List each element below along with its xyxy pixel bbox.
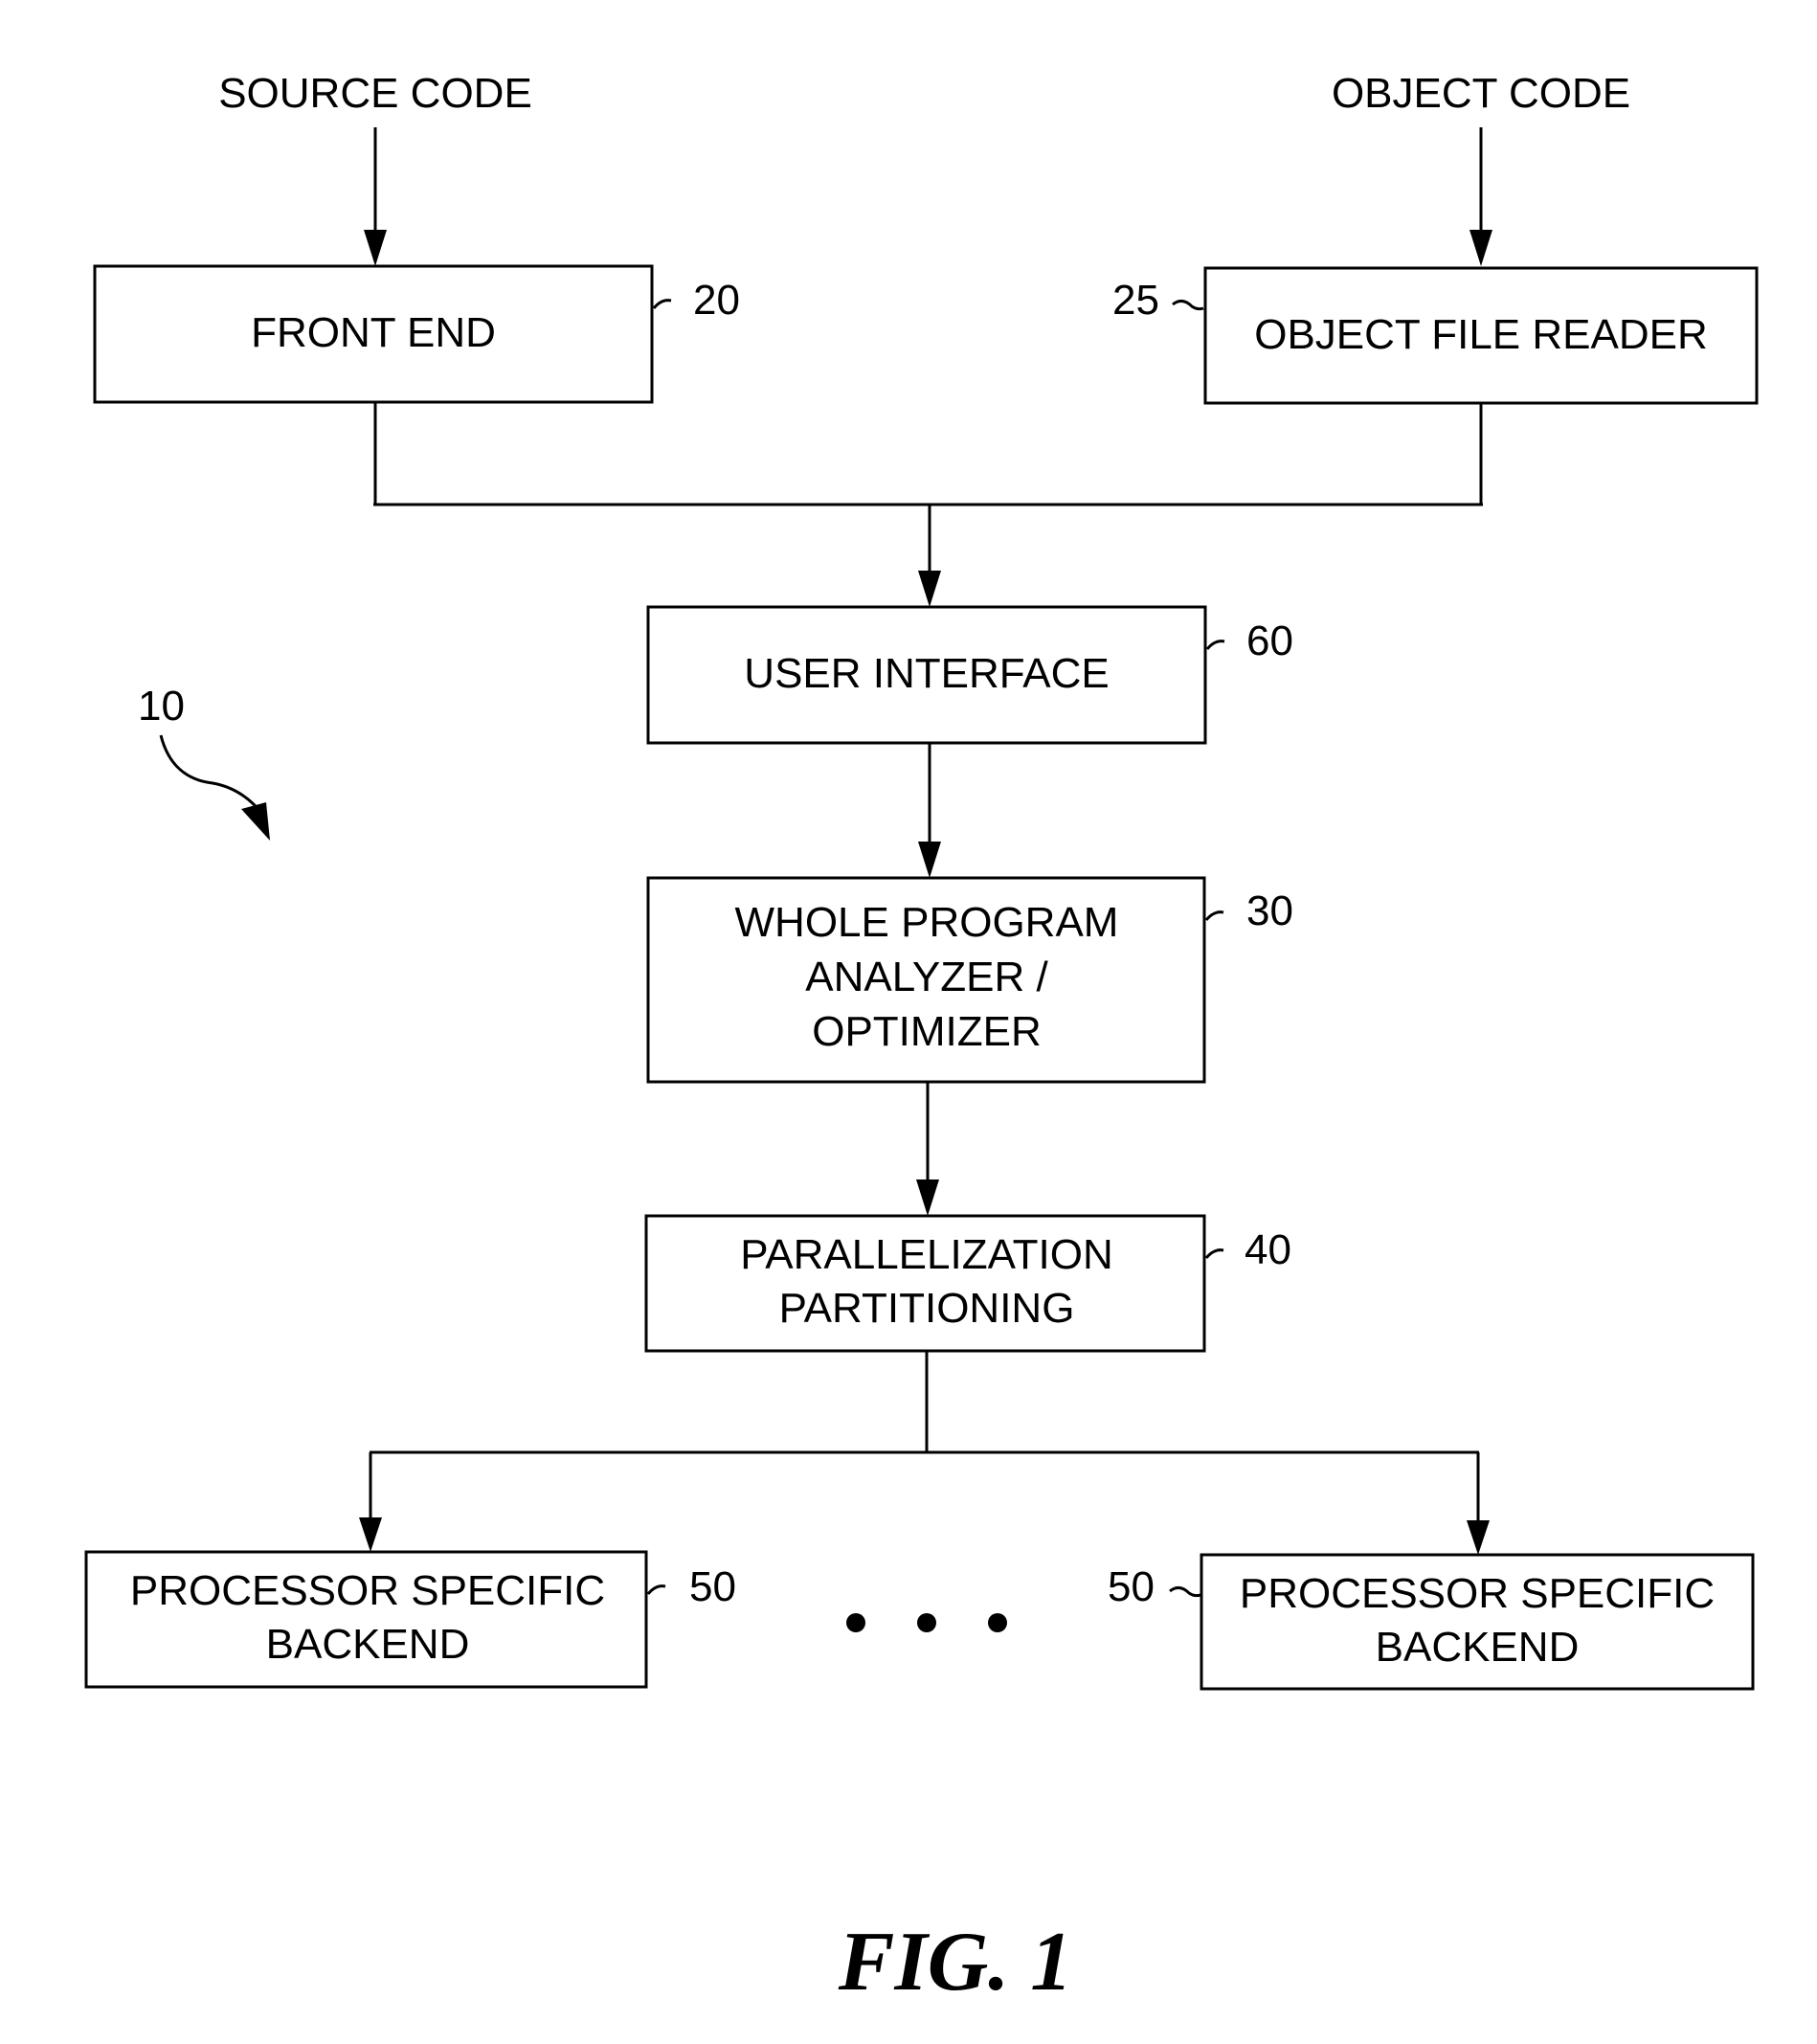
user-interface-ref-leader <box>1205 640 1225 650</box>
front-end-label: FRONT END <box>251 309 496 356</box>
processor-backend-right-block: PROCESSOR SPECIFIC BACKEND <box>1200 1553 1755 1691</box>
ellipsis-dot <box>846 1613 865 1632</box>
processor-backend-left-block: PROCESSOR SPECIFIC BACKEND <box>84 1550 648 1689</box>
ui-to-analyzer-arrow <box>918 743 941 878</box>
parallelization-ref-leader <box>1204 1248 1224 1259</box>
user-interface-label: USER INTERFACE <box>744 650 1109 697</box>
source-code-label: SOURCE CODE <box>218 70 532 117</box>
ellipsis-dots <box>846 1613 1007 1632</box>
parallelization-label-line-2: PARTITIONING <box>779 1285 1075 1332</box>
figure-caption: FIG. 1 <box>838 1916 1073 2009</box>
system-ref: 10 <box>138 683 185 730</box>
whole-program-analyzer-block: WHOLE PROGRAM ANALYZER / OPTIMIZER <box>646 876 1206 1084</box>
object-file-reader-ref-leader <box>1172 300 1204 311</box>
object-code-arrow <box>1469 127 1492 266</box>
user-interface-block: USER INTERFACE <box>646 605 1207 745</box>
backend-right-ref: 50 <box>1108 1563 1155 1610</box>
ellipsis-dot <box>917 1613 936 1632</box>
flow-diagram: SOURCE CODE OBJECT CODE FRONT END 20 OBJ… <box>84 70 1759 2009</box>
analyzer-label-line-1: WHOLE PROGRAM <box>735 899 1119 946</box>
source-code-arrow <box>364 127 387 266</box>
analyzer-ref-leader <box>1204 910 1224 921</box>
split-connector <box>359 1351 1490 1555</box>
backend-left-label-line-2: BACKEND <box>266 1621 470 1668</box>
analyzer-ref: 30 <box>1246 887 1293 934</box>
front-end-block: FRONT END <box>93 264 654 404</box>
user-interface-ref: 60 <box>1246 618 1293 664</box>
object-code-label: OBJECT CODE <box>1332 70 1630 117</box>
front-end-ref-leader <box>652 299 672 309</box>
system-ref-curved-arrow <box>159 734 270 841</box>
analyzer-label-line-2: ANALYZER / <box>805 954 1048 1000</box>
backend-right-label-line-2: BACKEND <box>1376 1624 1580 1671</box>
merge-connector <box>373 402 1483 607</box>
analyzer-to-parallelization-arrow <box>916 1082 939 1216</box>
parallelization-ref: 40 <box>1245 1226 1291 1273</box>
ellipsis-dot <box>988 1613 1007 1632</box>
backend-right-label-line-1: PROCESSOR SPECIFIC <box>1240 1570 1715 1617</box>
backend-left-ref: 50 <box>689 1563 736 1610</box>
parallelization-label-line-1: PARALLELIZATION <box>740 1231 1113 1278</box>
parallelization-partitioning-block: PARALLELIZATION PARTITIONING <box>644 1214 1206 1353</box>
object-file-reader-block: OBJECT FILE READER <box>1203 266 1759 405</box>
analyzer-label-line-3: OPTIMIZER <box>812 1008 1042 1055</box>
backend-left-label-line-1: PROCESSOR SPECIFIC <box>130 1567 605 1614</box>
object-file-reader-ref: 25 <box>1112 277 1159 324</box>
object-file-reader-label: OBJECT FILE READER <box>1254 311 1708 358</box>
front-end-ref: 20 <box>693 277 740 324</box>
backend-left-ref-leader <box>646 1584 666 1595</box>
backend-right-ref-leader <box>1169 1586 1201 1598</box>
